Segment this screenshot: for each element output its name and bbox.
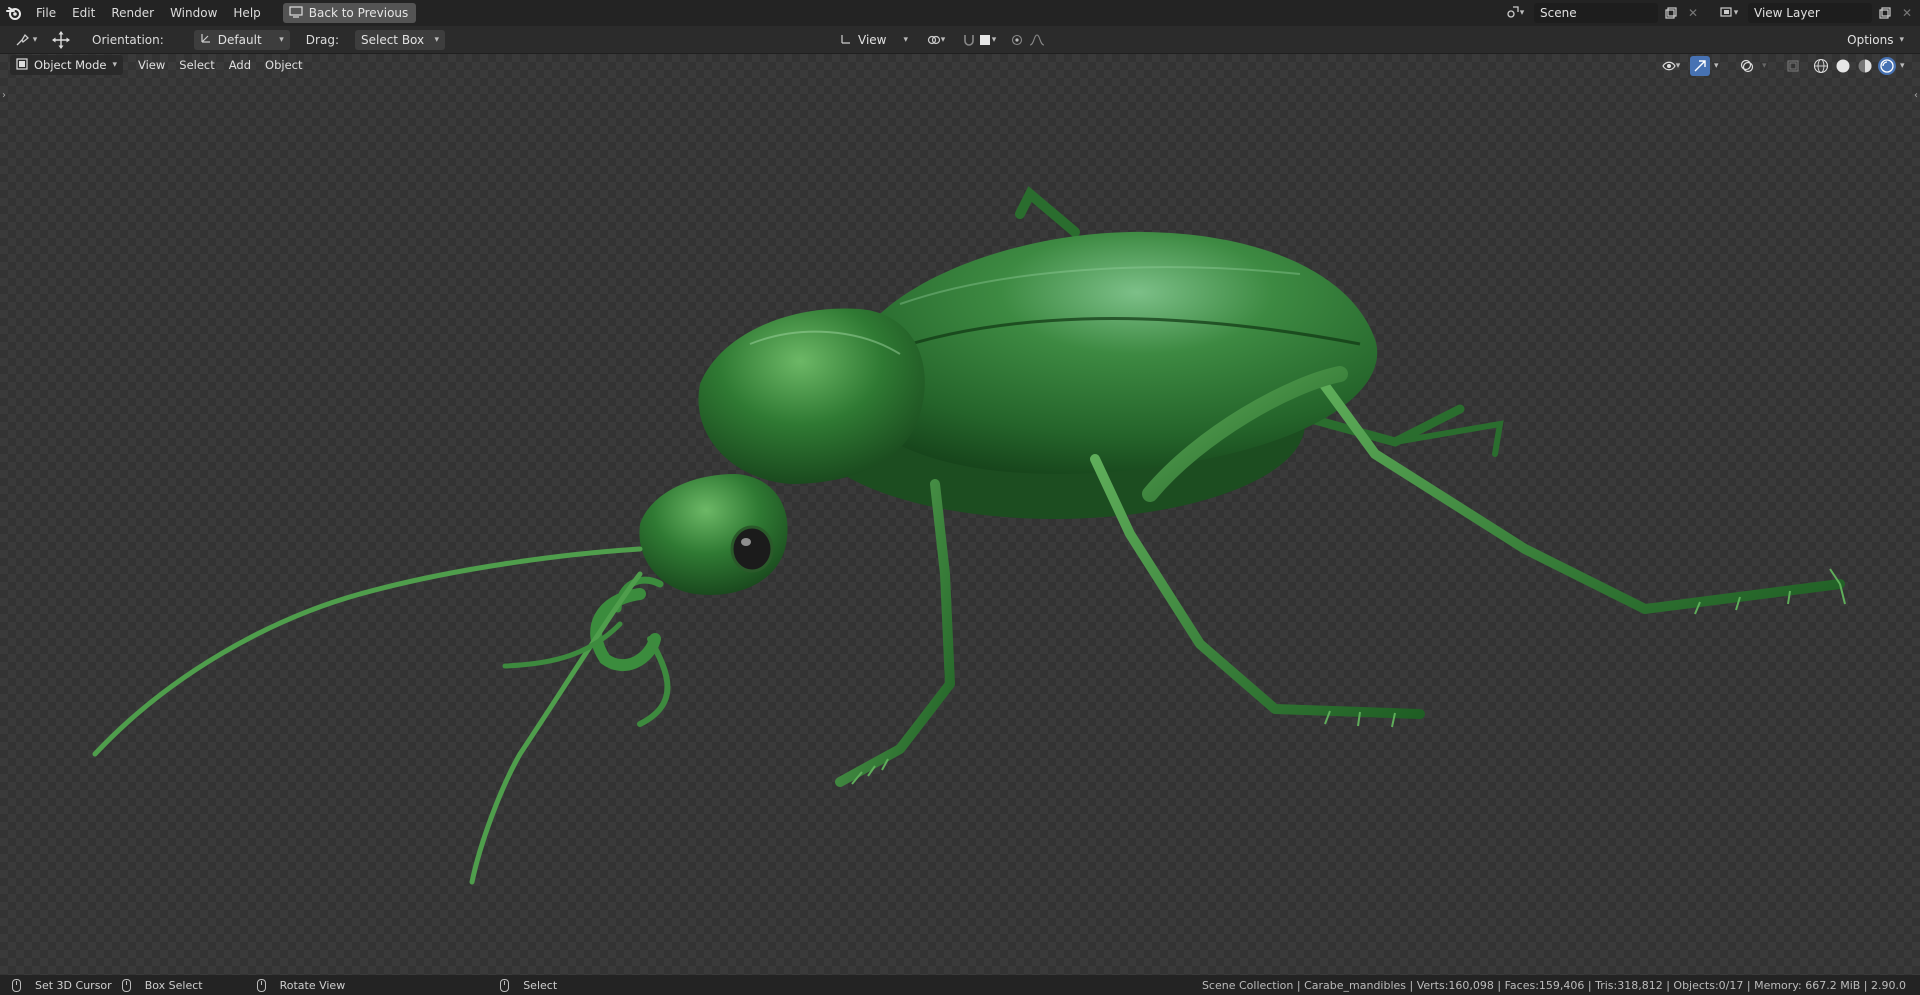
new-scene-icon[interactable] <box>1662 3 1680 23</box>
status-box-select: Box Select <box>121 978 203 992</box>
gizmo-icon[interactable] <box>1690 56 1710 76</box>
proportional-icon[interactable] <box>1008 30 1048 50</box>
menu-help[interactable]: Help <box>225 3 268 23</box>
3d-viewport[interactable]: Object Mode ▾ View Select Add Object ▾ ▾… <box>0 54 1920 975</box>
back-to-previous-label: Back to Previous <box>308 6 409 20</box>
falloff-icon <box>1029 34 1045 46</box>
xray-icon[interactable] <box>1782 56 1804 76</box>
status-select: Select <box>500 978 558 992</box>
view-layer-selector-button[interactable]: ▾ <box>1714 3 1744 23</box>
sidebar-toggle-icon[interactable]: ‹ <box>1914 90 1918 101</box>
overlay-icon[interactable] <box>1736 56 1758 76</box>
solid-shading-icon[interactable] <box>1834 57 1852 75</box>
move-gizmo-icon[interactable] <box>46 30 76 50</box>
top-bar: File Edit Render Window Help Back to Pre… <box>0 0 1920 26</box>
menu-file[interactable]: File <box>28 3 64 23</box>
snap-target-icon <box>979 35 990 45</box>
status-rotate-view: Rotate View <box>256 978 346 992</box>
remove-view-layer-icon[interactable]: ✕ <box>1898 3 1916 23</box>
beetle-model[interactable] <box>0 54 1920 975</box>
status-select-label: Select <box>523 978 558 992</box>
orientation-value: Default <box>217 32 262 47</box>
menu-window[interactable]: Window <box>162 3 225 23</box>
mouse-right-icon <box>500 978 510 992</box>
mouse-left-icon <box>12 978 21 992</box>
viewport-menu-add[interactable]: Add <box>222 55 258 75</box>
status-set-cursor: Set 3D Cursor <box>12 978 112 992</box>
object-mode-icon <box>16 57 28 73</box>
beetle-eye <box>730 525 774 573</box>
close-icon[interactable]: ✕ <box>1684 3 1702 23</box>
scene-name-field[interactable]: Scene <box>1534 3 1658 23</box>
back-to-previous-button[interactable]: Back to Previous <box>282 3 417 23</box>
status-rotate-view-label: Rotate View <box>279 978 346 992</box>
toolbar-toggle-icon[interactable]: › <box>2 90 6 101</box>
blender-logo-icon[interactable] <box>0 0 28 26</box>
viewport-shading-group: ▾ ▾ ▾ ▾ <box>1656 56 1912 76</box>
scene-statistics: Scene Collection | Carabe_mandibles | Ve… <box>1201 978 1906 992</box>
scene-selector-button[interactable]: ▾ <box>1500 3 1530 23</box>
options-dropdown[interactable]: Options ▾ <box>1841 30 1910 50</box>
mouse-drag-icon <box>121 978 131 992</box>
object-mode-dropdown[interactable]: Object Mode ▾ <box>10 55 123 75</box>
drag-label: Drag: <box>305 32 339 47</box>
viewport-menu-object[interactable]: Object <box>258 55 309 75</box>
tool-settings-header: ▾ Orientation: Default ▾ Drag: Select Bo… <box>0 26 1920 54</box>
visibility-icon[interactable]: ▾ <box>1656 56 1686 76</box>
mouse-middle-icon <box>256 978 266 992</box>
orientation-label: Orientation: <box>92 32 164 47</box>
screen-icon <box>289 5 303 21</box>
orientation-dropdown[interactable]: Default ▾ <box>193 29 290 50</box>
viewport-menu-select[interactable]: Select <box>172 55 221 75</box>
transform-view-value: View <box>858 33 887 47</box>
snap-icon[interactable]: ▾ <box>958 30 1000 50</box>
viewport-header: Object Mode ▾ View Select Add Object ▾ ▾… <box>0 54 1920 76</box>
options-label: Options <box>1847 33 1894 47</box>
wireframe-shading-icon[interactable] <box>1812 57 1830 75</box>
orientation-icon <box>200 32 212 47</box>
drag-dropdown[interactable]: Select Box ▾ <box>354 29 445 50</box>
overlay-dropdown[interactable]: ▾ <box>1762 61 1774 71</box>
view-layer-field[interactable]: View Layer <box>1748 3 1872 23</box>
editor-type-icon[interactable]: ▾ <box>6 30 46 50</box>
menu-edit[interactable]: Edit <box>64 3 103 23</box>
transform-orientation-dropdown[interactable]: View ▾ <box>834 30 914 50</box>
view-layer-icon <box>1720 6 1734 21</box>
status-box-select-label: Box Select <box>144 978 203 992</box>
view-layer-name: View Layer <box>1754 6 1820 20</box>
rendered-shading-icon[interactable] <box>1878 57 1896 75</box>
scene-icon <box>1506 5 1520 22</box>
material-shading-icon[interactable] <box>1856 57 1874 75</box>
status-bar: Set 3D Cursor Box Select Rotate View Sel… <box>0 975 1920 995</box>
drag-value: Select Box <box>360 32 425 47</box>
transform-axis-icon <box>840 33 852 48</box>
new-view-layer-icon[interactable] <box>1876 3 1894 23</box>
beetle-antennae <box>92 546 643 885</box>
object-mode-label: Object Mode <box>34 58 107 72</box>
menu-render[interactable]: Render <box>103 3 162 23</box>
scene-name: Scene <box>1540 6 1577 20</box>
transform-pivot-icon[interactable]: ▾ <box>922 30 950 50</box>
gizmo-dropdown[interactable]: ▾ <box>1714 61 1726 71</box>
viewport-menu-view[interactable]: View <box>131 55 172 75</box>
shading-dropdown[interactable]: ▾ <box>1900 61 1912 71</box>
status-set-cursor-label: Set 3D Cursor <box>35 978 112 992</box>
